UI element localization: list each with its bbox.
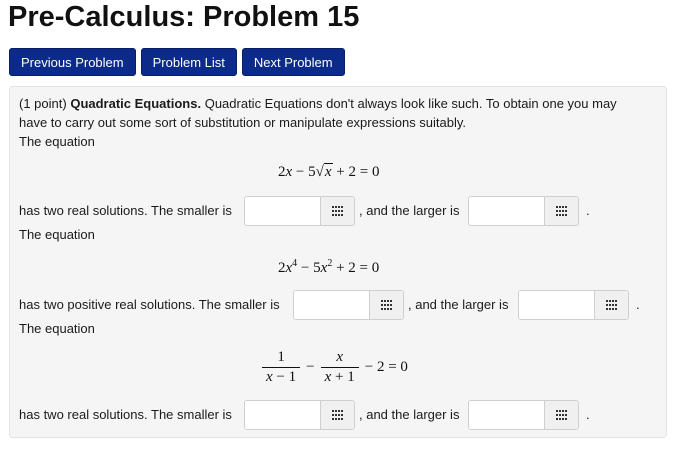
part-1-smaller-answer [244, 196, 355, 226]
fraction-2: xx + 1 [320, 349, 359, 386]
equation-1: 2x − 5√x + 2 = 0 [278, 163, 380, 180]
problem-list-button[interactable]: Problem List [140, 48, 237, 76]
part-3-larger-input[interactable] [469, 401, 544, 429]
problem-intro-line-2: have to carry out some sort of substitut… [19, 115, 467, 130]
part-2-lead: The equation [19, 227, 95, 242]
part-3-smaller-editor-button[interactable] [320, 401, 354, 429]
part-2-smaller-editor-button[interactable] [369, 291, 403, 319]
problem-topic: Quadratic Equations. [70, 96, 202, 111]
part-1-larger-label: , and the larger is [359, 203, 460, 218]
part-3-smaller-input[interactable] [245, 401, 320, 429]
part-2-larger-input[interactable] [519, 291, 594, 319]
part-2-smaller-answer [293, 290, 404, 320]
part-1-smaller-input[interactable] [245, 197, 320, 225]
part-3-larger-label: , and the larger is [359, 407, 460, 422]
part-2-larger-editor-button[interactable] [594, 291, 628, 319]
part-2-prompt: has two positive real solutions. The sma… [19, 297, 280, 312]
part-1-period: . [586, 203, 590, 218]
equation-3: 1x − 1− x x + 1− 2 = 0 [256, 349, 408, 386]
next-problem-button[interactable]: Next Problem [241, 48, 345, 76]
grid-keypad-icon [331, 206, 344, 216]
part-3-lead: The equation [19, 321, 95, 336]
problem-intro-text: Quadratic Equations don't always look li… [204, 96, 617, 111]
previous-problem-button[interactable]: Previous Problem [9, 48, 136, 76]
sqrt-symbol: √x [315, 163, 333, 180]
grid-keypad-icon [555, 206, 568, 216]
part-3-larger-answer [468, 400, 579, 430]
part-1-larger-input[interactable] [469, 197, 544, 225]
part-1-prompt: has two real solutions. The smaller is [19, 203, 232, 218]
page-title: Pre-Calculus: Problem 15 [8, 1, 360, 33]
part-2-larger-label: , and the larger is [408, 297, 509, 312]
part-2-larger-answer [518, 290, 629, 320]
part-3-prompt: has two real solutions. The smaller is [19, 407, 232, 422]
part-1-larger-editor-button[interactable] [544, 197, 578, 225]
grid-keypad-icon [331, 410, 344, 420]
part-3-larger-editor-button[interactable] [544, 401, 578, 429]
problem-panel: (1 point) Quadratic Equations. Quadratic… [9, 86, 667, 438]
part-3-period: . [586, 407, 590, 422]
problem-points: (1 point) [19, 96, 67, 111]
grid-keypad-icon [380, 300, 393, 310]
part-1-lead: The equation [19, 134, 95, 149]
part-1-larger-answer [468, 196, 579, 226]
part-2-period: . [636, 297, 640, 312]
equation-2: 2x4 − 5x2 + 2 = 0 [278, 258, 380, 276]
part-2-smaller-input[interactable] [294, 291, 369, 319]
grid-keypad-icon [555, 410, 568, 420]
problem-intro-line-1: (1 point) Quadratic Equations. Quadratic… [19, 95, 617, 113]
part-3-smaller-answer [244, 400, 355, 430]
grid-keypad-icon [605, 300, 618, 310]
part-1-smaller-editor-button[interactable] [320, 197, 354, 225]
problem-navigation: Previous Problem Problem List Next Probl… [9, 48, 345, 76]
fraction-1: 1x − 1 [262, 349, 301, 386]
